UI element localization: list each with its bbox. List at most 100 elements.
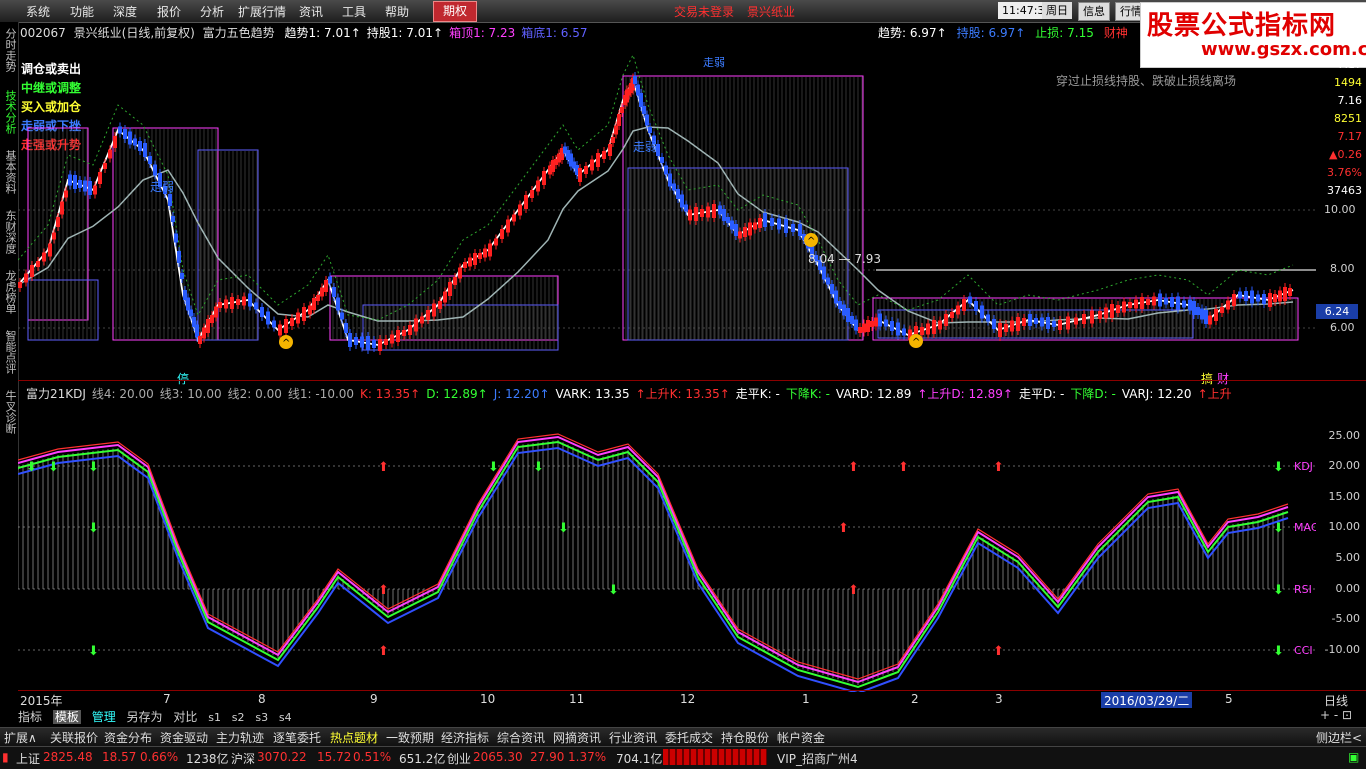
candle <box>336 293 340 315</box>
function-tab-13[interactable]: 持仓股份 <box>721 729 769 746</box>
tab-indicator[interactable]: 指标 <box>18 710 42 724</box>
candle <box>500 225 504 243</box>
menu-quote[interactable]: 报价 <box>157 3 181 20</box>
trade-status: 交易未登录 <box>674 5 735 19</box>
function-tab-2[interactable]: 资金分布 <box>104 729 152 746</box>
kdj-value-5: 走平K: - <box>735 387 780 401</box>
header-right-field-3: 财神 <box>1103 26 1128 40</box>
tab-technical[interactable]: 技术分析 <box>2 90 17 134</box>
tab-intraday[interactable]: 分时走势 <box>2 28 17 72</box>
tab-fundamental[interactable]: 基本资料 <box>2 150 17 194</box>
tab-s4[interactable]: s4 <box>279 711 292 724</box>
candle <box>83 176 87 196</box>
candle <box>1010 316 1014 336</box>
candle <box>248 289 252 311</box>
options-button[interactable]: 期权 <box>433 1 477 22</box>
menu-help[interactable]: 帮助 <box>385 3 409 20</box>
tab-manage[interactable]: 管理 <box>92 710 116 724</box>
kdj-tick-2: 15.00 <box>1328 490 1361 503</box>
quote-value-3: 8251 <box>1334 112 1362 125</box>
menu-tools[interactable]: 工具 <box>342 3 366 20</box>
candle <box>218 298 222 312</box>
kdj-value-2: J: 12.20↑ <box>493 387 550 401</box>
quote-value-7: 37463 <box>1327 184 1362 197</box>
function-tab-14[interactable]: 帐户资金 <box>777 729 825 746</box>
kdj-bars <box>18 440 1284 685</box>
tab-template[interactable]: 模板 <box>52 710 81 724</box>
menu-news[interactable]: 资讯 <box>299 3 323 20</box>
kdj-chart[interactable]: KDJ MAC RSI CCI ⬇ ⬇ ⬇ ⬇ ⬇ ⬇ ⬇ ⬇ ⬇ ⬆ ⬆ ⬆ ⬆ ⬆ ⬆ ⬆ ⬆ ⬆ ⬇ ⬇ ⬇ ⬇ <box>18 400 1316 692</box>
function-tab-4[interactable]: 主力轨迹 <box>216 729 264 746</box>
function-tab-3[interactable]: 资金驱动 <box>160 729 208 746</box>
function-tab-9[interactable]: 综合资讯 <box>497 729 545 746</box>
tab-dragon-tiger[interactable]: 龙虎榜单 <box>2 270 17 314</box>
function-tab-12[interactable]: 委托成交 <box>665 729 713 746</box>
period-label[interactable]: 日线 <box>1324 692 1348 709</box>
svg-text:^: ^ <box>282 338 290 349</box>
candle <box>1016 313 1020 335</box>
menu-extended-market[interactable]: 扩展行情 <box>238 3 286 20</box>
candle <box>700 205 704 221</box>
kdj-tick-0: 25.00 <box>1328 429 1361 442</box>
candle <box>1232 290 1236 310</box>
tab-compare[interactable]: 对比 <box>173 710 197 724</box>
header-right-field-0: 趋势: 6.97↑ <box>878 26 947 40</box>
function-tab-7[interactable]: 一致预期 <box>386 729 434 746</box>
tab-eastmoney-depth[interactable]: 东财深度 <box>2 210 17 254</box>
header-right-field-2: 止损: 7.15 <box>1035 26 1094 40</box>
kdj-param-1: 线3: 10.00 <box>159 387 222 401</box>
menu-system[interactable]: 系统 <box>26 3 50 20</box>
function-tab-0[interactable]: 扩展∧ <box>4 729 37 746</box>
function-tab-10[interactable]: 网摘资讯 <box>553 729 601 746</box>
candle <box>230 293 234 313</box>
tab-save-as[interactable]: 另存为 <box>127 710 163 724</box>
header-right-field-1: 持股: 6.97↑ <box>956 26 1026 40</box>
down-arrow-icon: ⬇ <box>1273 583 1284 598</box>
function-tab-6[interactable]: 热点题材 <box>330 729 378 746</box>
candle <box>932 316 936 338</box>
left-tabs: 分时走势 技术分析 基本资料 东财深度 龙虎榜单 智能点评 牛叉诊断 <box>0 22 19 470</box>
candle <box>426 306 430 324</box>
signal-marker-icon: ^ <box>804 233 818 247</box>
kdj-value-9: 走平D: - <box>1018 387 1065 401</box>
time-axis: 2015年 7 8 9 10 11 12 1 2 3 2016/03/29/二 5 日线 <box>18 690 1366 709</box>
tab-s3[interactable]: s3 <box>255 711 268 724</box>
tab-s2[interactable]: s2 <box>232 711 245 724</box>
time-label-4: 10 <box>480 692 496 706</box>
kdj-value-12: ↑上升 <box>1197 387 1232 401</box>
cy-value: 2065.30 <box>473 750 523 764</box>
candle <box>1220 303 1224 317</box>
down-arrow-icon: ⬇ <box>1273 644 1284 659</box>
up-arrow-icon: ⬆ <box>993 644 1004 659</box>
kdj-tick-1: 20.00 <box>1328 459 1361 472</box>
menu-analysis[interactable]: 分析 <box>200 3 224 20</box>
candle <box>1098 307 1102 323</box>
candle <box>278 320 282 340</box>
candle <box>302 303 306 325</box>
candlestick-chart[interactable]: ^ ^ ^ <box>18 40 1316 380</box>
candle <box>128 127 132 149</box>
sh-amount: 1238亿 <box>186 752 229 766</box>
candle <box>224 295 228 313</box>
function-tab-1[interactable]: 关联报价 <box>50 729 98 746</box>
kdj-title: 富力21KDJ <box>26 387 86 401</box>
hs-label: 沪深 <box>231 752 256 766</box>
tab-diagnosis[interactable]: 牛叉诊断 <box>2 390 17 434</box>
candle <box>584 162 588 178</box>
up-arrow-icon: ⬆ <box>848 583 859 598</box>
candle <box>284 315 288 337</box>
function-tab-8[interactable]: 经济指标 <box>441 729 489 746</box>
menu-depth[interactable]: 深度 <box>113 3 137 20</box>
function-tab-11[interactable]: 行业资讯 <box>609 729 657 746</box>
tab-s1[interactable]: s1 <box>208 711 221 724</box>
candle <box>68 170 72 190</box>
zoom-controls[interactable]: + - ⊡ <box>1320 708 1352 722</box>
menu-function[interactable]: 功能 <box>70 3 94 20</box>
info-button[interactable]: 信息 <box>1078 2 1110 21</box>
header-field-2: 箱顶1: 7.23 <box>449 26 516 40</box>
function-tab-5[interactable]: 逐笔委托 <box>273 729 321 746</box>
tab-smart-review[interactable]: 智能点评 <box>2 330 17 374</box>
sidebar-toggle[interactable]: 侧边栏< <box>1316 729 1362 746</box>
sh-label: 上证 <box>16 752 41 766</box>
svg-text:^: ^ <box>912 337 920 348</box>
